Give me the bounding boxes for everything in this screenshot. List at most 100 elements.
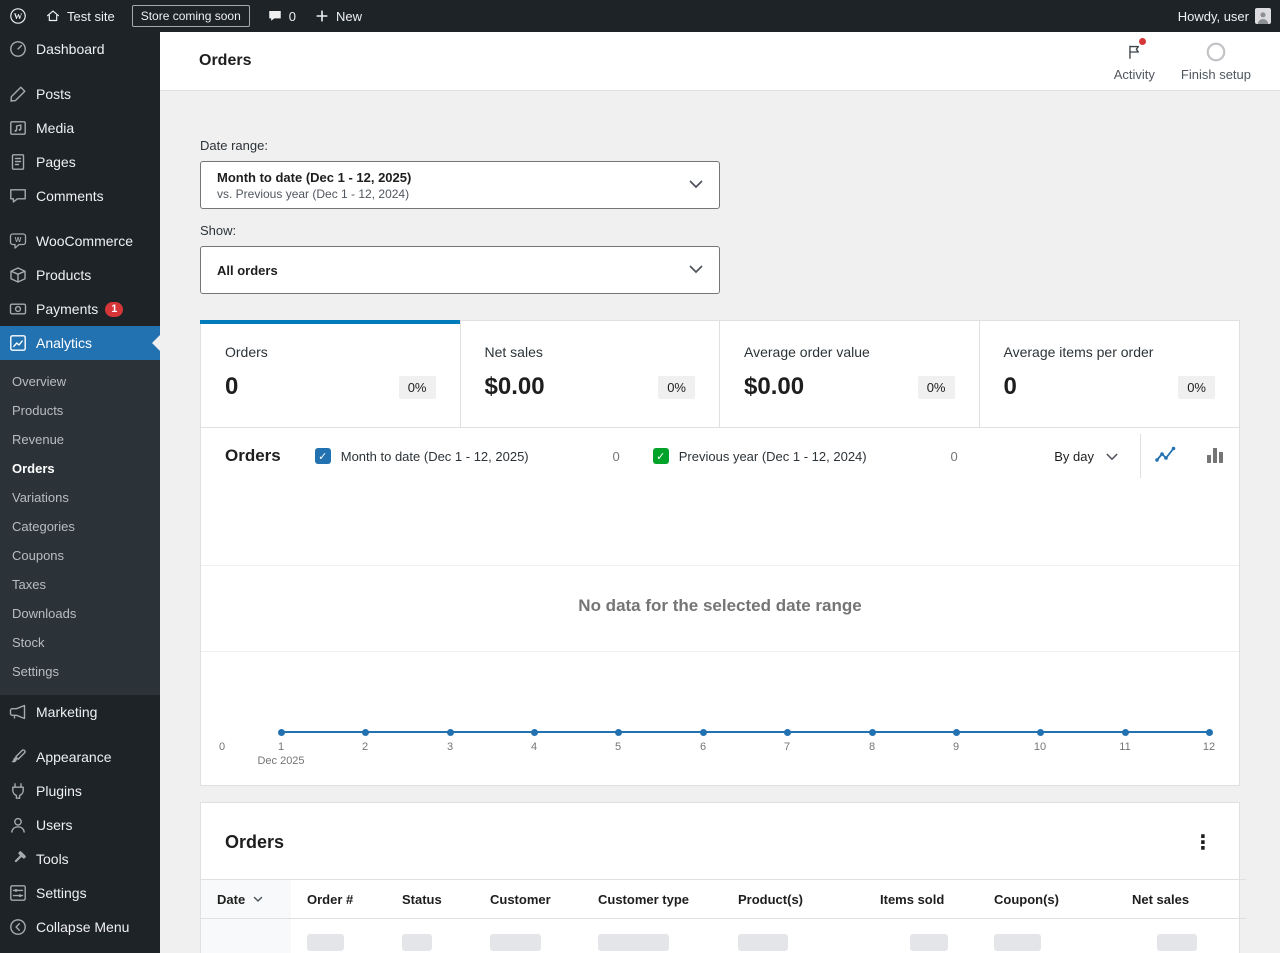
sidebar-subitem-orders[interactable]: Orders — [0, 454, 160, 483]
summary-card-net-sales[interactable]: Net sales $0.00 0% — [461, 321, 720, 427]
sidebar-item-pages[interactable]: Pages — [0, 145, 160, 179]
bar-chart-toggle[interactable] — [1190, 428, 1239, 484]
sidebar-subitem-taxes[interactable]: Taxes — [0, 570, 160, 599]
sidebar-subitem-categories[interactable]: Categories — [0, 512, 160, 541]
comments-icon — [8, 186, 28, 206]
gridline — [201, 651, 1239, 652]
x-axis-tick: 12 — [1202, 741, 1216, 753]
legend-current-period[interactable]: ✓ Month to date (Dec 1 - 12, 2025) 0 — [314, 448, 620, 464]
sidebar-item-dashboard[interactable]: Dashboard — [0, 32, 160, 66]
average-order-value: $0.00 — [744, 373, 805, 400]
sidebar-item-plugins[interactable]: Plugins — [0, 774, 160, 808]
sidebar-item-appearance[interactable]: Appearance — [0, 740, 160, 774]
summary-card-average-order-value[interactable]: Average order value $0.00 0% — [720, 321, 980, 427]
chart-title: Orders — [225, 446, 281, 465]
data-point — [953, 729, 960, 736]
collapse-menu-button[interactable]: Collapse Menu — [0, 910, 160, 944]
sidebar-subitem-overview[interactable]: Overview — [0, 367, 160, 396]
y-axis-tick: 0 — [218, 741, 226, 753]
sidebar-item-posts[interactable]: Posts — [0, 77, 160, 111]
sidebar-subitem-stock[interactable]: Stock — [0, 628, 160, 657]
sidebar-subitem-variations[interactable]: Variations — [0, 483, 160, 512]
sidebar-subitem-settings[interactable]: Settings — [0, 657, 160, 686]
interval-select[interactable]: By day — [1042, 449, 1140, 464]
x-axis-tick: 5 — [614, 741, 622, 753]
column-header-coupons[interactable]: Coupon(s) — [978, 879, 1116, 919]
loading-placeholder — [598, 934, 669, 951]
data-point — [1206, 729, 1213, 736]
sidebar-item-tools[interactable]: Tools — [0, 842, 160, 876]
finish-setup-button[interactable]: Finish setup — [1168, 40, 1264, 82]
data-point — [1122, 729, 1129, 736]
sidebar-item-marketing[interactable]: Marketing — [0, 695, 160, 729]
line-chart-toggle[interactable] — [1141, 428, 1190, 484]
data-point — [1037, 729, 1044, 736]
show-select[interactable]: All orders — [200, 246, 720, 294]
orders-chart-card: Orders ✓ Month to date (Dec 1 - 12, 2025… — [200, 427, 1240, 786]
new-menu[interactable]: New — [305, 0, 371, 32]
x-axis-tick: 3 — [446, 741, 454, 753]
x-axis-tick: 10 — [1033, 741, 1047, 753]
site-name-menu[interactable]: Test site — [36, 0, 124, 32]
checkbox-checked-icon[interactable]: ✓ — [652, 448, 669, 464]
sidebar-subitem-revenue[interactable]: Revenue — [0, 425, 160, 454]
header-actions: Activity Finish setup — [1101, 38, 1264, 82]
column-header-order-number[interactable]: Order # — [291, 879, 386, 919]
comment-bubble-icon — [267, 8, 283, 24]
bar-chart-icon — [1203, 443, 1227, 470]
delta-badge: 0% — [1178, 375, 1215, 399]
column-header-net-sales[interactable]: Net sales — [1116, 879, 1246, 919]
data-point — [615, 729, 622, 736]
column-header-date[interactable]: Date — [201, 879, 291, 919]
summary-card-average-items[interactable]: Average items per order 0 0% — [980, 321, 1240, 427]
date-range-comparison: vs. Previous year (Dec 1 - 12, 2024) — [217, 186, 410, 201]
sidebar-item-users[interactable]: Users — [0, 808, 160, 842]
date-range-select[interactable]: Month to date (Dec 1 - 12, 2025) vs. Pre… — [200, 161, 720, 209]
kebab-menu-icon[interactable]: ⋮ — [1191, 830, 1215, 855]
sidebar-subitem-downloads[interactable]: Downloads — [0, 599, 160, 628]
coming-soon-badge[interactable]: Store coming soon — [131, 5, 250, 27]
sidebar-item-products[interactable]: Products — [0, 258, 160, 292]
sidebar-item-payments[interactable]: Payments 1 — [0, 292, 160, 326]
data-point — [278, 729, 285, 736]
column-header-customer-type[interactable]: Customer type — [582, 879, 722, 919]
menu-separator — [0, 729, 160, 740]
column-header-status[interactable]: Status — [386, 879, 474, 919]
column-header-items-sold[interactable]: Items sold — [864, 879, 978, 919]
sidebar-item-media[interactable]: Media — [0, 111, 160, 145]
content-area: Orders Activity Finish setup Date range:… — [160, 0, 1280, 953]
home-icon — [45, 8, 61, 24]
sidebar-item-comments[interactable]: Comments — [0, 179, 160, 213]
comments-menu[interactable]: 0 — [258, 0, 305, 32]
activity-button[interactable]: Activity — [1101, 38, 1168, 82]
checkbox-checked-icon[interactable]: ✓ — [314, 448, 331, 464]
summary-card-orders[interactable]: Orders 0 0% — [200, 320, 461, 427]
svg-text:W: W — [15, 237, 22, 244]
sidebar-subitem-products[interactable]: Products — [0, 396, 160, 425]
sidebar-item-settings[interactable]: Settings — [0, 876, 160, 910]
legend-previous-period[interactable]: ✓ Previous year (Dec 1 - 12, 2024) 0 — [652, 448, 958, 464]
page-title: Orders — [199, 52, 252, 69]
woocommerce-icon: W — [8, 231, 28, 251]
column-header-products[interactable]: Product(s) — [722, 879, 864, 919]
avatar — [1255, 8, 1271, 24]
summary-cards: Orders 0 0% Net sales $0.00 0% Average o… — [200, 320, 1240, 428]
dashboard-icon — [8, 39, 28, 59]
payments-icon — [8, 299, 28, 319]
sidebar-subitem-coupons[interactable]: Coupons — [0, 541, 160, 570]
orders-count-value: 0 — [225, 373, 239, 400]
sidebar-item-woocommerce[interactable]: W WooCommerce — [0, 224, 160, 258]
chevron-down-icon — [689, 176, 703, 194]
delta-badge: 0% — [917, 375, 955, 399]
payments-count-badge: 1 — [105, 301, 124, 317]
wp-logo-menu[interactable]: W — [0, 0, 36, 32]
paintbrush-icon — [8, 747, 28, 767]
column-header-customer[interactable]: Customer — [474, 879, 582, 919]
chart-header: Orders ✓ Month to date (Dec 1 - 12, 2025… — [201, 428, 1239, 484]
show-label: Show: — [200, 223, 237, 238]
x-axis-tick: 9 — [952, 741, 960, 753]
account-menu[interactable]: Howdy, user — [1169, 0, 1280, 32]
sidebar-item-analytics[interactable]: Analytics — [0, 326, 160, 360]
activity-flag-icon — [1125, 38, 1147, 64]
svg-text:W: W — [14, 11, 23, 21]
